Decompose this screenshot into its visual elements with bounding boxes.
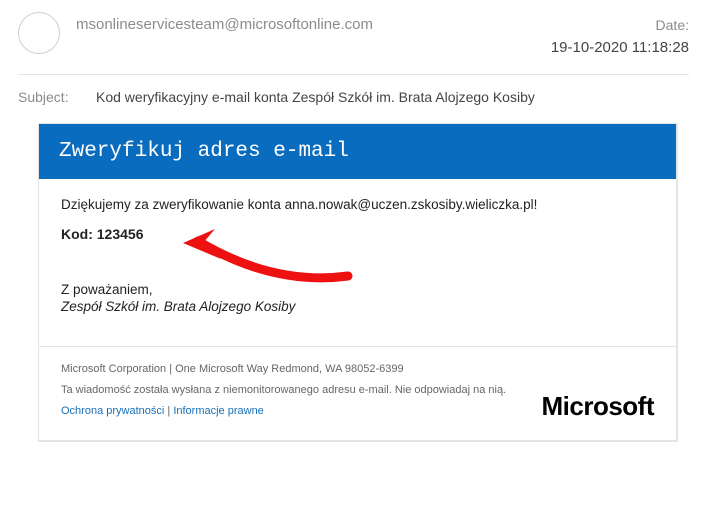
subject-row: Subject: Kod weryfikacyjny e-mail konta … [18, 89, 689, 105]
header-separator [18, 74, 689, 75]
microsoft-logo: Microsoft [542, 391, 655, 422]
footer-text: Microsoft Corporation | One Microsoft Wa… [61, 359, 506, 422]
legal-link[interactable]: Informacje prawne [173, 405, 264, 417]
thanks-text: Dziękujemy za zweryfikowanie konta anna.… [61, 197, 654, 212]
from-column: msonlineservicesteam@microsoftonline.com [76, 12, 551, 33]
date-value: 19-10-2020 11:18:28 [551, 36, 689, 60]
avatar [18, 12, 60, 54]
footer-links: Ochrona prywatności | Informacje prawne [61, 401, 506, 422]
code-value: 123456 [97, 226, 144, 242]
team-signature: Zespół Szkół im. Brata Alojzego Kosiby [61, 299, 654, 314]
footer-corp: Microsoft Corporation | One Microsoft Wa… [61, 359, 506, 380]
email-footer: Microsoft Corporation | One Microsoft Wa… [39, 359, 676, 440]
link-separator: | [164, 405, 173, 417]
footer-separator [39, 346, 676, 347]
code-label: Kod: [61, 226, 97, 242]
verification-code: Kod: 123456 [61, 226, 654, 242]
email-body: Zweryfikuj adres e-mail Dziękujemy za zw… [38, 123, 678, 442]
footer-disclaimer: Ta wiadomość została wysłana z niemonito… [61, 380, 506, 401]
subject-text: Kod weryfikacyjny e-mail konta Zespół Sz… [96, 89, 535, 105]
from-address: msonlineservicesteam@microsoftonline.com [76, 16, 551, 33]
regards-text: Z poważaniem, [61, 282, 654, 297]
subject-label: Subject: [18, 89, 78, 105]
privacy-link[interactable]: Ochrona prywatności [61, 405, 164, 417]
date-label: Date: [551, 14, 689, 36]
email-header: msonlineservicesteam@microsoftonline.com… [18, 12, 689, 74]
banner-title: Zweryfikuj adres e-mail [39, 124, 676, 179]
body-inner: Dziękujemy za zweryfikowanie konta anna.… [39, 179, 676, 338]
date-column: Date: 19-10-2020 11:18:28 [551, 12, 689, 60]
